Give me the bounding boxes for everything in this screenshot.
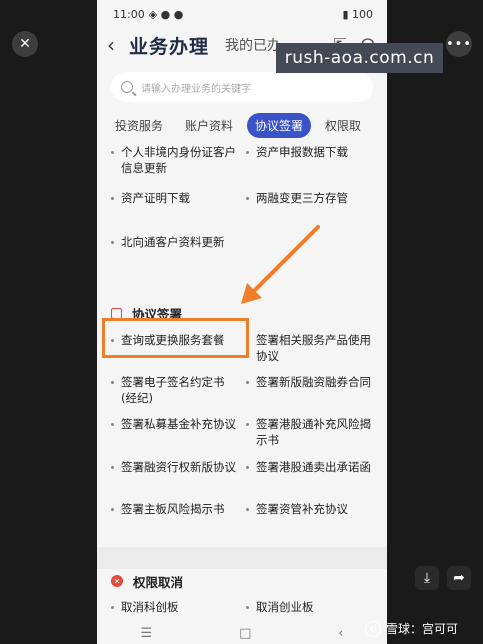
snowball-logo-icon: ◐ (365, 620, 381, 637)
tab-account[interactable]: 账户资料 (185, 117, 233, 134)
list-item[interactable]: 取消科创板 (107, 599, 242, 623)
watermark-text: 雪球：宫可可 (386, 622, 459, 636)
list-item[interactable]: 签署电子签名约定书(经纪) (107, 374, 242, 416)
list-item[interactable]: 两融变更三方存管 (242, 190, 377, 234)
tab-agreement[interactable]: 协议签署 (247, 112, 312, 138)
download-icon[interactable]: ⤓ (415, 566, 439, 590)
search-icon (121, 81, 133, 93)
system-nav-bar: ☰ □ ‹ (97, 622, 387, 644)
status-bar: 11:00 ◈ ● ● ▮ 100 (97, 0, 387, 28)
list-item[interactable]: 资产证明下载 (107, 190, 242, 234)
more-options-icon[interactable]: ••• (446, 31, 472, 57)
status-time: 11:00 (113, 7, 145, 21)
agreement-items-grid: 查询或更换服务套餐 签署相关服务产品使用协议 签署电子签名约定书(经纪) 签署新… (97, 332, 387, 547)
my-completed-tab[interactable]: 我的已办 (225, 35, 281, 55)
back-nav-icon[interactable]: ‹ (338, 626, 343, 641)
page-title: 业务办理 (129, 35, 210, 58)
list-item[interactable]: 签署新版融资融券合同 (242, 374, 377, 416)
edit-icon (111, 307, 122, 319)
watermark: ◐ 雪球：宫可可 (365, 620, 458, 637)
permission-items-grid: 取消科创板 取消创业板 (97, 599, 387, 623)
section-title: 权限取消 (133, 574, 184, 590)
list-item[interactable]: 个人非境内身份证客户信息更新 (107, 144, 242, 190)
battery-level: 100 (352, 7, 373, 21)
list-item[interactable]: 签署港股通卖出承诺函 (242, 459, 377, 501)
list-item[interactable]: 取消创业板 (242, 599, 377, 623)
list-item[interactable]: 签署港股通补充风险揭示书 (242, 416, 377, 459)
back-icon[interactable]: ‹ (107, 33, 115, 57)
list-item[interactable]: 签署主板风险揭示书 (107, 501, 242, 547)
section-permission-header: ✕ 权限取消 (97, 569, 387, 593)
share-arrow-icon[interactable]: ➦ (447, 566, 471, 590)
list-item[interactable]: 签署相关服务产品使用协议 (242, 332, 377, 374)
tab-investment[interactable]: 投资服务 (115, 117, 163, 134)
tab-permission[interactable]: 权限取 (325, 117, 361, 134)
battery-icon: ▮ 100 (342, 7, 373, 21)
account-items-grid: 个人非境内身份证客户信息更新 资产申报数据下载 资产证明下载 两融变更三方存管 … (97, 144, 387, 298)
highlight-box (102, 318, 249, 358)
url-overlay: rush-aoa.com.cn (276, 43, 443, 73)
list-item[interactable]: 签署融资行权新版协议 (107, 459, 242, 501)
list-item[interactable]: 签署私募基金补充协议 (107, 416, 242, 459)
home-icon[interactable]: □ (239, 626, 251, 641)
search-placeholder: 请输入办理业务的关键字 (141, 83, 251, 95)
search-input[interactable]: 请输入办理业务的关键字 (111, 72, 373, 102)
close-icon[interactable]: ✕ (12, 31, 38, 57)
category-tabs: 投资服务 账户资料 协议签署 权限取 (97, 106, 387, 144)
divider (97, 547, 387, 569)
cancel-icon: ✕ (111, 575, 123, 587)
list-item[interactable]: 签署资管补充协议 (242, 501, 377, 547)
list-item[interactable]: 北向通客户资料更新 (107, 234, 242, 298)
list-item[interactable]: 资产申报数据下载 (242, 144, 377, 190)
status-icons: ◈ ● ● (148, 7, 184, 21)
recents-icon[interactable]: ☰ (140, 626, 152, 641)
